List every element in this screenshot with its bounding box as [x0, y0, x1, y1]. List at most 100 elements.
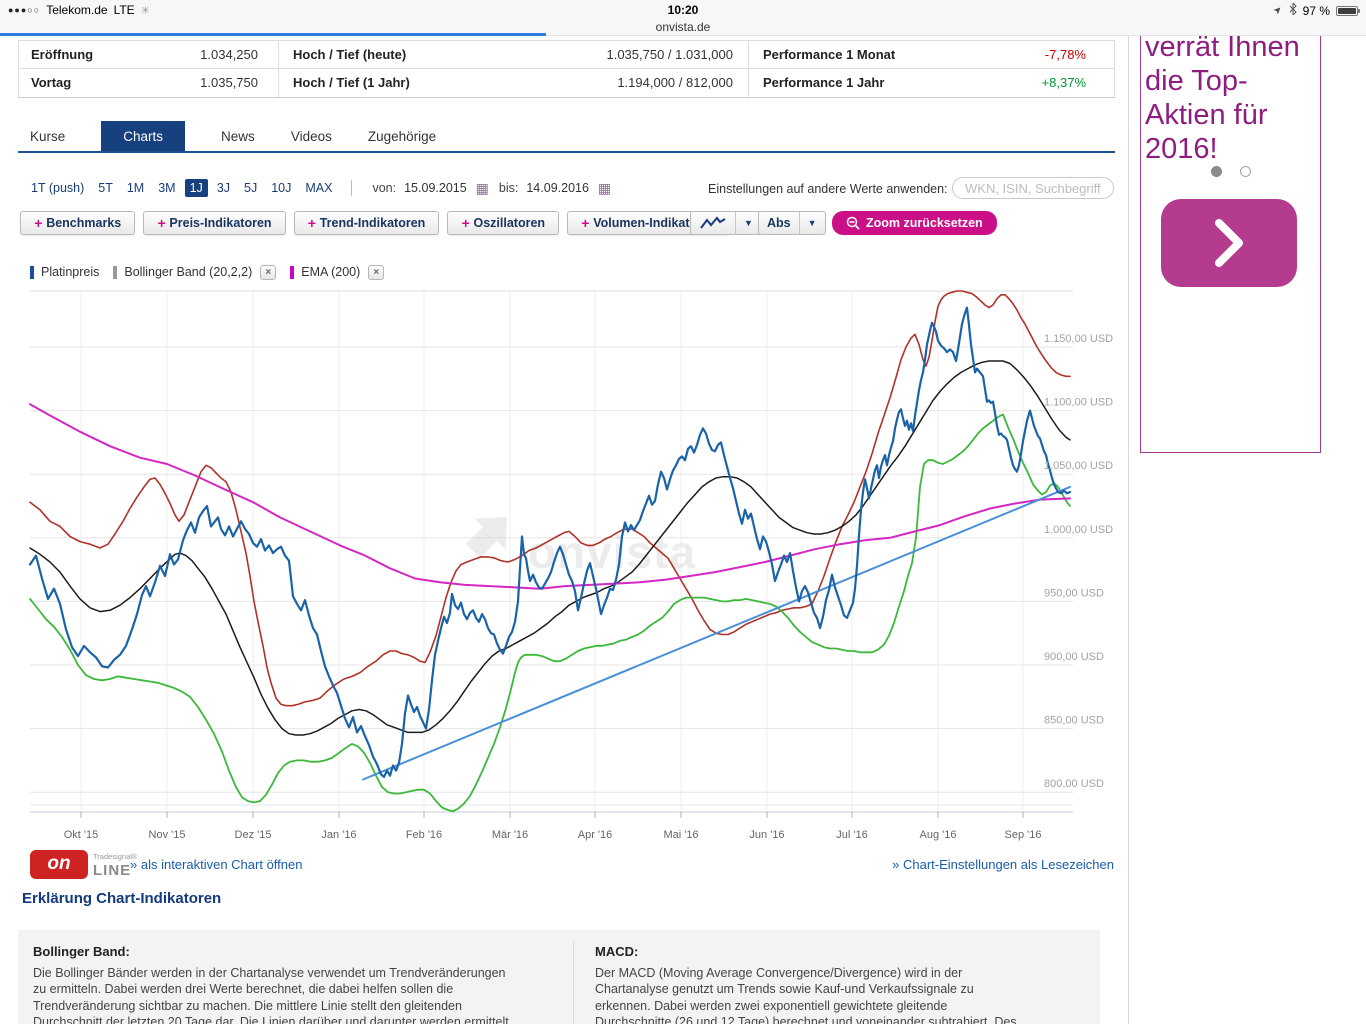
oszillatoren-button[interactable]: + Oszillatoren — [447, 211, 559, 235]
ad-next-button[interactable] — [1161, 199, 1297, 287]
divider — [351, 180, 352, 196]
location-arrow-icon: ➤ — [1272, 4, 1286, 18]
explanation-heading: Erklärung Chart-Indikatoren — [22, 890, 221, 907]
apply-settings-label: Einstellungen auf andere Werte anwenden: — [708, 182, 948, 196]
legend-label: Bollinger Band (20,2,2) — [124, 265, 252, 279]
legend-swatch — [30, 266, 34, 279]
plus-icon: + — [308, 215, 316, 231]
x-axis-label: Jun '16 — [749, 829, 784, 841]
x-axis-label: Nov '15 — [149, 829, 186, 841]
button-label: Oszillatoren — [474, 216, 546, 230]
scale-dropdown[interactable]: Abs ▼ — [758, 211, 826, 235]
row-value: 1.194,000 / 812,000 — [449, 69, 733, 97]
range-3j[interactable]: 3J — [212, 179, 235, 197]
column-divider — [573, 942, 574, 1024]
chart-type-dropdown[interactable]: ▼ — [690, 211, 762, 235]
browser-chrome: ●●●○○ Telekom.de LTE ✳ 10:20 ➤ 97 % onvi… — [0, 0, 1366, 36]
row-label: Hoch / Tief (1 Jahr) — [293, 69, 410, 97]
explanation-title: Bollinger Band: — [33, 944, 518, 961]
date-from-value[interactable]: 15.09.2015 — [404, 181, 467, 195]
section-tabs: Kurse Charts News Videos Zugehörige — [30, 120, 436, 152]
button-label: Trend-Indikatoren — [320, 216, 426, 230]
x-axis-label: Jan '16 — [321, 829, 356, 841]
x-axis-label: Dez '15 — [235, 829, 272, 841]
carousel-dot-active[interactable] — [1211, 166, 1222, 177]
x-axis-label: Okt '15 — [64, 829, 99, 841]
open-interactive-chart-link[interactable]: » als interaktiven Chart öffnen — [130, 857, 302, 872]
range-1m[interactable]: 1M — [122, 179, 149, 197]
row-label: Performance 1 Monat — [763, 41, 895, 69]
clock: 10:20 — [0, 3, 1366, 17]
button-label: Benchmarks — [46, 216, 121, 230]
range-1j[interactable]: 1J — [185, 179, 208, 197]
preis-indikatoren-button[interactable]: +Preis-Indikatoren — [143, 211, 285, 235]
row-value: 1.034,250 — [139, 41, 258, 69]
watermark-text: onvista — [528, 526, 696, 578]
calendar-icon[interactable]: ▦ — [598, 182, 611, 194]
row-label: Vortag — [31, 69, 71, 97]
tab-news[interactable]: News — [221, 129, 255, 144]
battery-percent: 97 % — [1303, 4, 1330, 18]
sidebar-ad[interactable]: verrät Ihnen die Top-Aktien für 2016! — [1140, 36, 1321, 453]
screen: ●●●○○ Telekom.de LTE ✳ 10:20 ➤ 97 % onvi… — [0, 0, 1366, 1024]
remove-ema-button[interactable]: × — [368, 265, 384, 280]
range-3m[interactable]: 3M — [153, 179, 180, 197]
chart-legend: Platinpreis Bollinger Band (20,2,2) × EM… — [30, 263, 384, 281]
trend-indikatoren-button[interactable]: + Trend-Indikatoren — [294, 211, 440, 235]
logo-line: LINE — [93, 862, 131, 879]
carousel-dots — [1141, 166, 1320, 177]
chevron-right-icon — [1212, 218, 1246, 268]
range-max[interactable]: MAX — [300, 179, 337, 197]
carousel-dot[interactable] — [1240, 166, 1251, 177]
battery-icon — [1336, 6, 1358, 16]
y-axis-label: 1.050,00 USD — [1044, 460, 1113, 472]
y-axis-label: 1.100,00 USD — [1044, 397, 1113, 409]
page-load-progress-bar — [0, 33, 546, 36]
x-axis-label: Sep '16 — [1005, 829, 1042, 841]
table-row: Vortag 1.035,750 Hoch / Tief (1 Jahr) 1.… — [19, 69, 1114, 97]
y-axis-label: 1.150,00 USD — [1044, 333, 1113, 345]
tab-kurse[interactable]: Kurse — [30, 129, 65, 144]
y-axis-label: 900,00 USD — [1044, 651, 1104, 663]
date-from-label: von: — [372, 181, 396, 195]
explanation-box: Bollinger Band: Die Bollinger Bänder wer… — [18, 930, 1100, 1024]
scale-label: Abs — [759, 212, 799, 234]
browser-address-bar[interactable]: onvista.de — [0, 20, 1366, 34]
search-input[interactable] — [952, 177, 1114, 199]
date-to-value[interactable]: 14.09.2016 — [526, 181, 589, 195]
ad-headline: verrät Ihnen die Top-Aktien für 2016! — [1145, 36, 1320, 166]
x-axis-label: Apr '16 — [578, 829, 613, 841]
range-1t[interactable]: 1T (push) — [26, 179, 89, 197]
y-axis-label: 1.000,00 USD — [1044, 524, 1113, 536]
plus-icon: + — [461, 215, 469, 231]
chevron-down-icon: ▼ — [799, 212, 825, 234]
range-selector-row: 1T (push) 5T 1M 3M 1J 3J 5J 10J MAX von:… — [0, 179, 1128, 203]
quote-table: Eröffnung 1.034,250 Hoch / Tief (heute) … — [18, 40, 1115, 98]
remove-bollinger-button[interactable]: × — [260, 265, 276, 280]
series-trendline — [363, 487, 1070, 780]
tradesignal-logo[interactable]: on Tradesignal® LINE — [30, 850, 130, 880]
content-sidebar-divider — [1128, 36, 1129, 1024]
range-5j[interactable]: 5J — [239, 179, 262, 197]
legend-item-ema: EMA (200) × — [290, 265, 384, 280]
price-chart[interactable]: Okt '15Nov '15Dez '15Jan '16Feb '16Mär '… — [0, 288, 1128, 844]
x-axis-label: Feb '16 — [406, 829, 442, 841]
tab-videos[interactable]: Videos — [291, 129, 332, 144]
logo-on-box: on — [30, 850, 88, 879]
calendar-icon[interactable]: ▦ — [476, 182, 489, 194]
row-value: 1.035,750 — [139, 69, 258, 97]
row-value: 1.035,750 / 1.031,000 — [449, 41, 733, 69]
tab-charts[interactable]: Charts — [101, 121, 185, 152]
row-label: Hoch / Tief (heute) — [293, 41, 406, 69]
benchmarks-button[interactable]: +Benchmarks — [20, 211, 135, 235]
tabs-underline — [18, 151, 1115, 153]
x-axis-label: Jul '16 — [836, 829, 867, 841]
legend-item-bollinger: Bollinger Band (20,2,2) × — [113, 265, 276, 280]
tab-zugehoerige[interactable]: Zugehörige — [368, 129, 436, 144]
macd-explanation: MACD: Der MACD (Moving Average Convergen… — [595, 944, 1023, 1024]
range-10j[interactable]: 10J — [266, 179, 296, 197]
zoom-reset-button[interactable]: Zoom zurücksetzen — [832, 211, 997, 235]
range-5t[interactable]: 5T — [93, 179, 118, 197]
row-label: Performance 1 Jahr — [763, 69, 884, 97]
chart-settings-bookmark-link[interactable]: » Chart-Einstellungen als Lesezeichen — [892, 857, 1114, 872]
